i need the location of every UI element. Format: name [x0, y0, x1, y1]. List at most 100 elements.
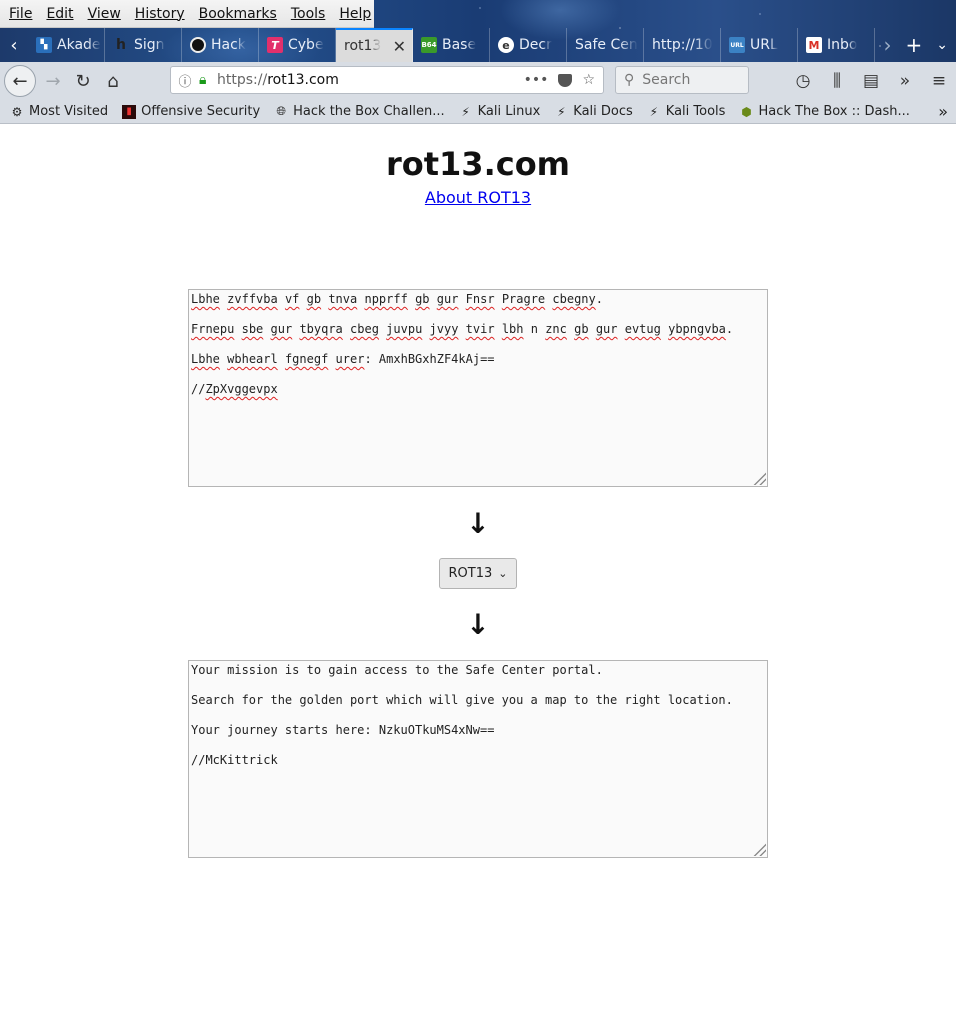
- menu-history[interactable]: History: [128, 6, 192, 22]
- navigation-toolbar: ← → ↻ ⌂ ⓘ 🔒︎ https://rot13.com ••• ☆ ⚲ S…: [0, 62, 956, 100]
- misspelled-word: tnva: [328, 292, 358, 306]
- misspelled-word: Lbhe: [191, 352, 220, 366]
- tab-decrypt[interactable]: e Decr: [490, 28, 567, 62]
- misspelled-word: gb: [415, 292, 430, 306]
- cipher-select[interactable]: ROT13 ⌄: [439, 558, 517, 589]
- tab-sign[interactable]: h Sign: [105, 28, 182, 62]
- output-line: //McKittrick: [191, 753, 278, 767]
- htb-cube-icon: ⬢: [741, 104, 752, 119]
- menu-view[interactable]: View: [81, 6, 128, 22]
- site-info-icon[interactable]: ⓘ: [171, 71, 199, 90]
- decrypt-favicon-icon: e: [498, 37, 514, 53]
- output-textarea[interactable]: Your mission is to gain access to the Sa…: [188, 660, 768, 858]
- url-bar[interactable]: ⓘ 🔒︎ https://rot13.com ••• ☆: [170, 66, 604, 94]
- reload-icon[interactable]: ↻: [68, 66, 98, 96]
- tab-akademia[interactable]: ▚ Akade: [28, 28, 105, 62]
- misspelled-word: jvyy: [429, 322, 459, 336]
- bookmark-htb-challenges[interactable]: 🌐︎ Hack the Box Challen...: [264, 104, 448, 119]
- hamburger-menu-icon[interactable]: ≡: [922, 71, 956, 91]
- misspelled-word: gur: [595, 322, 618, 336]
- menu-bar: File Edit View History Bookmarks Tools H…: [0, 0, 374, 28]
- kali-dragon-icon: ⚡︎: [461, 104, 470, 119]
- bookmark-kali-docs[interactable]: ⚡︎ Kali Docs: [544, 104, 637, 119]
- bookmarks-toolbar: ⚙ Most Visited ▮ Offensive Security 🌐︎ H…: [0, 100, 956, 124]
- tab-hack[interactable]: Hack: [182, 28, 259, 62]
- about-rot13-link[interactable]: About ROT13: [0, 188, 956, 207]
- misspelled-word: npprff: [364, 292, 408, 306]
- output-line: Your mission is to gain access to the Sa…: [191, 663, 603, 677]
- misspelled-word: tvir: [465, 322, 495, 336]
- akademia-favicon-icon: ▚: [36, 37, 52, 53]
- page-title: rot13.com: [385, 145, 571, 183]
- misspelled-word: ybpngvba: [668, 322, 726, 336]
- kali-dragon-icon: ⚡︎: [649, 104, 659, 119]
- misspelled-word: gur: [436, 292, 459, 306]
- tab-rot13[interactable]: rot13 ✕: [336, 28, 413, 62]
- down-arrow-icon: ↓: [466, 507, 490, 540]
- menu-bookmarks[interactable]: Bookmarks: [192, 6, 284, 22]
- hackerone-favicon-icon: h: [116, 37, 126, 53]
- misspelled-word: ZpXvggevpx: [205, 382, 278, 396]
- tab-scroll-right-icon[interactable]: ›: [884, 33, 892, 57]
- tab-cyber[interactable]: T Cybe: [259, 28, 336, 62]
- tab-scroll-left-icon[interactable]: ‹: [0, 28, 28, 62]
- bookmark-htb-dashboard[interactable]: ⬢ Hack The Box :: Dash...: [729, 104, 913, 119]
- tab-strip: ‹ ▚ Akade h Sign Hack T Cybe rot13 ✕ B64…: [0, 28, 956, 62]
- misspelled-word: gur: [270, 322, 293, 336]
- bookmark-star-icon[interactable]: ☆: [582, 72, 595, 88]
- input-textarea[interactable]: Lbhe zvffvba vf gb tnva npprff gb gur Fn…: [188, 289, 768, 487]
- misspelled-word: cbeg: [350, 322, 379, 336]
- base64-favicon-icon: B64: [421, 37, 437, 53]
- menu-help[interactable]: Help: [332, 6, 378, 22]
- resize-grip-icon[interactable]: [752, 471, 766, 485]
- bookmark-most-visited[interactable]: ⚙ Most Visited: [0, 104, 112, 119]
- history-clock-icon[interactable]: ◷: [786, 71, 820, 91]
- bookmarks-overflow-icon[interactable]: »: [938, 102, 948, 121]
- browser-titlebar: File Edit View History Bookmarks Tools H…: [0, 0, 956, 62]
- output-line: Search for the golden port which will gi…: [191, 693, 733, 707]
- misspelled-word: tbyqra: [299, 322, 343, 336]
- offsec-icon: ▮: [122, 104, 137, 119]
- tab-list-chevron-icon[interactable]: ⌄: [936, 37, 948, 53]
- kali-dragon-icon: ⚡︎: [557, 104, 566, 119]
- menu-tools[interactable]: Tools: [284, 6, 333, 22]
- tab-http[interactable]: http://10: [644, 28, 721, 62]
- misspelled-word: urer: [335, 352, 365, 366]
- url-favicon-icon: URL: [729, 37, 745, 53]
- bookmark-offensive-security[interactable]: ▮ Offensive Security: [112, 104, 264, 119]
- cyber-favicon-icon: T: [267, 37, 283, 53]
- url-text[interactable]: https://rot13.com: [217, 72, 524, 88]
- home-icon[interactable]: ⌂: [98, 66, 128, 96]
- sidebar-icon[interactable]: ▤: [854, 71, 888, 91]
- back-arrow-icon[interactable]: ←: [4, 65, 36, 97]
- overflow-chevrons-icon[interactable]: »: [888, 71, 922, 91]
- resize-grip-icon[interactable]: [752, 842, 766, 856]
- cipher-selected-value: ROT13: [448, 566, 493, 581]
- tab-safe-center[interactable]: Safe Cen: [567, 28, 644, 62]
- secure-lock-icon[interactable]: 🔒︎: [199, 72, 217, 88]
- new-tab-icon[interactable]: +: [906, 33, 923, 57]
- globe-icon: 🌐︎: [276, 104, 286, 118]
- menu-file[interactable]: File: [2, 6, 39, 22]
- page-actions-icon[interactable]: •••: [524, 72, 549, 88]
- misspelled-word: lbh: [501, 322, 524, 336]
- misspelled-word: gb: [574, 322, 589, 336]
- page-content: rot13.com About ROT13 Lbhe zvffvba vf gb…: [0, 125, 956, 1012]
- misspelled-word: Frnepu: [191, 322, 235, 336]
- tab-url[interactable]: URL URL: [721, 28, 798, 62]
- menu-edit[interactable]: Edit: [39, 6, 80, 22]
- bookmark-kali-linux[interactable]: ⚡︎ Kali Linux: [449, 104, 545, 119]
- misspelled-word: Pragre: [501, 292, 546, 306]
- misspelled-word: Fnsr: [465, 292, 495, 306]
- misspelled-word: juvpu: [386, 322, 423, 336]
- search-icon: ⚲: [624, 72, 635, 88]
- search-field[interactable]: ⚲ Search: [615, 66, 749, 94]
- misspelled-word: cbegny: [552, 292, 596, 306]
- pocket-icon[interactable]: [558, 73, 573, 87]
- bookmark-kali-tools[interactable]: ⚡︎ Kali Tools: [637, 104, 730, 119]
- close-tab-icon[interactable]: ✕: [393, 37, 406, 56]
- tab-base64[interactable]: B64 Base: [413, 28, 490, 62]
- forward-arrow-icon[interactable]: →: [38, 66, 68, 96]
- tab-inbox[interactable]: M Inbo: [798, 28, 875, 62]
- library-icon[interactable]: ⫼: [820, 71, 854, 91]
